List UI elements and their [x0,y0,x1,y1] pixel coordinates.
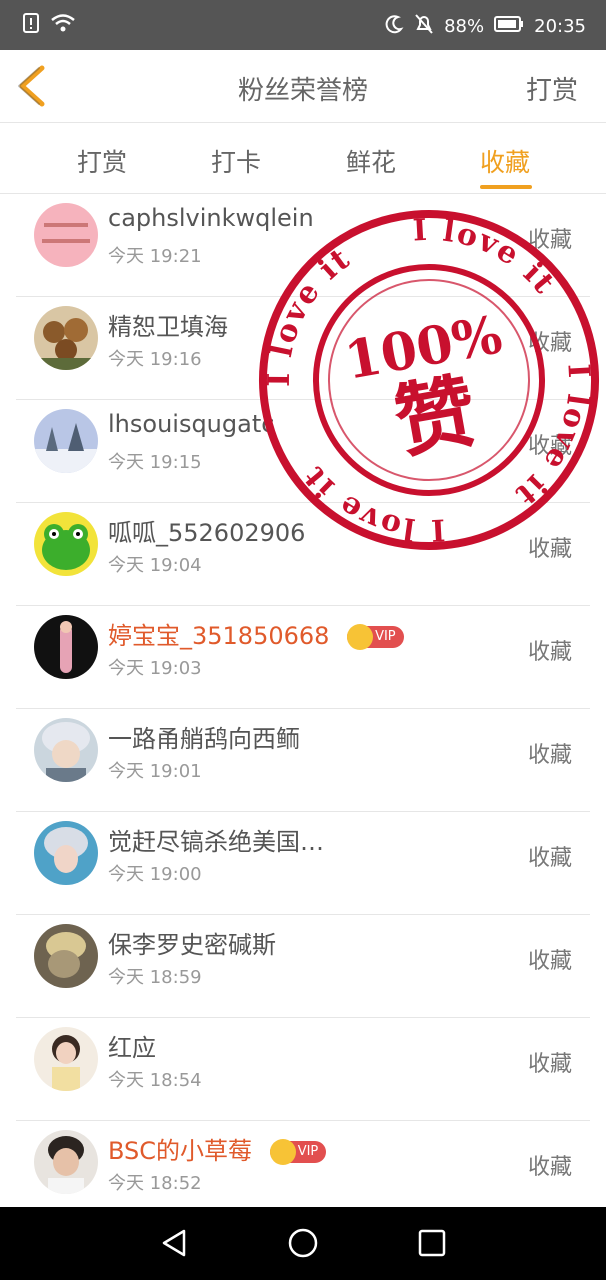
timestamp: 今天 18:59 [108,967,202,988]
user-name: 精恕卫填海 [108,313,228,341]
user-name: 觉赶尽镐杀绝美国… [108,828,324,856]
avatar [34,306,98,370]
tab-label: 打卡 [210,148,261,177]
battery-icon [494,15,524,38]
app-header: 粉丝荣誉榜 打赏 [0,50,606,123]
active-tab-indicator [480,185,532,189]
timestamp: 今天 19:16 [108,349,202,370]
user-name-text: 婷宝宝_351850668 [108,622,330,650]
vip-badge: VIP [347,624,404,650]
action-label: 收藏 [527,1155,572,1180]
tab-label: 打赏 [76,148,127,177]
crown-icon [347,624,374,650]
avatar [34,203,98,267]
status-bar: 88% 20:35 [0,0,606,50]
timestamp: 今天 19:21 [108,246,202,267]
action-label: 收藏 [527,537,572,562]
vip-label: VIP [375,629,396,644]
timestamp: 今天 19:03 [108,658,202,679]
tab-bar: 打赏 打卡 鲜花 收藏 [0,123,606,194]
fan-list: caphslvinkwqlein 今天 19:21 收藏 精恕卫填海 今天 19… [0,194,606,1224]
battery-percent: 88% [444,16,485,37]
tab-checkin[interactable]: 打卡 [176,143,296,179]
page-title: 粉丝荣誉榜 [237,76,368,106]
wifi-icon [50,13,76,37]
action-label: 收藏 [527,743,572,768]
clock: 20:35 [534,16,586,37]
tab-reward[interactable]: 打赏 [42,143,162,179]
mute-bell-icon [414,13,434,40]
user-name: 红应 [108,1034,156,1062]
vip-label: VIP [297,1144,319,1159]
tab-flowers[interactable]: 鲜花 [311,143,431,179]
list-item[interactable]: caphslvinkwqlein 今天 19:21 收藏 [16,194,590,297]
avatar [34,1130,98,1194]
tab-favorites[interactable]: 收藏 [445,143,565,189]
list-item[interactable]: 一路甬艄鸹向西鲕 今天 19:01 收藏 [16,709,590,812]
user-name-text: BSC的小草莓 [108,1137,253,1165]
avatar [34,924,98,988]
avatar [34,718,98,782]
timestamp: 今天 19:15 [108,452,202,473]
list-item[interactable]: 呱呱_552602906 今天 19:04 收藏 [16,503,590,606]
action-label: 收藏 [527,434,572,459]
timestamp: 今天 18:54 [108,1070,202,1091]
action-label: 收藏 [527,640,572,665]
avatar [34,409,98,473]
recents-square-icon[interactable] [416,1227,448,1259]
timestamp: 今天 18:52 [108,1173,202,1194]
avatar [34,512,98,576]
vip-badge: VIP [269,1139,327,1165]
list-item[interactable]: 觉赶尽镐杀绝美国… 今天 19:00 收藏 [16,812,590,915]
sim-alert-icon [22,12,40,38]
user-name: lhsouisqugatc [108,410,275,438]
avatar [34,615,98,679]
user-name: caphslvinkwqlein [108,204,314,232]
list-item[interactable]: 婷宝宝_351850668 VIP 今天 19:03 收藏 [16,606,590,709]
list-item[interactable]: 红应 今天 18:54 收藏 [16,1018,590,1121]
action-label: 收藏 [527,1052,572,1077]
user-name: 一路甬艄鸹向西鲕 [108,725,300,753]
tab-label: 鲜花 [345,148,396,177]
moon-icon [384,14,404,39]
action-label: 收藏 [527,331,572,356]
action-label: 收藏 [527,949,572,974]
user-name: 保李罗史密碱斯 [108,931,276,959]
reward-button[interactable]: 打赏 [526,70,578,107]
timestamp: 今天 19:01 [108,761,202,782]
user-name: 呱呱_552602906 [108,519,306,547]
back-triangle-icon[interactable] [158,1227,190,1259]
avatar [34,821,98,885]
list-item[interactable]: 保李罗史密碱斯 今天 18:59 收藏 [16,915,590,1018]
list-item[interactable]: lhsouisqugatc 今天 19:15 收藏 [16,400,590,503]
action-label: 收藏 [527,846,572,871]
system-nav-bar [0,1207,606,1280]
timestamp: 今天 19:00 [108,864,202,885]
user-name: BSC的小草莓 VIP [108,1131,327,1166]
tab-label: 收藏 [479,148,530,177]
avatar [34,1027,98,1091]
home-circle-icon[interactable] [287,1227,319,1259]
action-label: 收藏 [527,228,572,253]
list-item[interactable]: 精恕卫填海 今天 19:16 收藏 [16,297,590,400]
timestamp: 今天 19:04 [108,555,202,576]
crown-icon [269,1139,296,1165]
user-name: 婷宝宝_351850668 VIP [108,616,404,651]
